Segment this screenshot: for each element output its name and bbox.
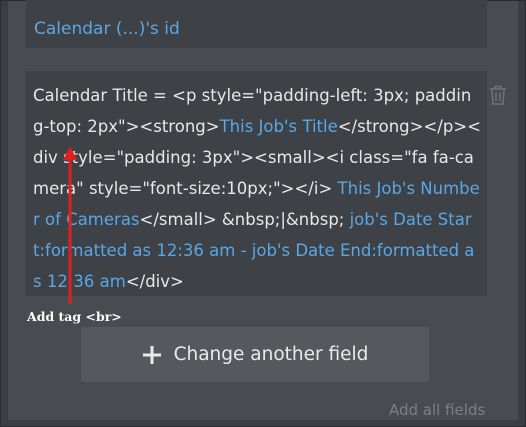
change-another-field-button[interactable]: Change another field	[81, 327, 429, 382]
static-expression-text: </small> &nbsp;|&nbsp;	[139, 210, 350, 229]
annotation-label: Add tag <br>	[27, 309, 122, 324]
plus-icon	[142, 345, 161, 364]
calendar-title-field[interactable]: Calendar Title = <p style="padding-left:…	[26, 71, 487, 296]
add-all-fields-link[interactable]: Add all fields	[389, 401, 485, 419]
change-another-field-label: Change another field	[173, 344, 369, 365]
annotation-arrow	[63, 146, 77, 304]
calendar-id-expression[interactable]: Calendar (...)'s id	[34, 19, 180, 39]
calendar-id-field[interactable]: Calendar (...)'s id	[26, 0, 487, 48]
calendar-title-expression[interactable]: Calendar Title = <p style="padding-left:…	[33, 80, 481, 297]
static-expression-text: </div>	[125, 272, 184, 291]
dynamic-expression-token[interactable]: This Job's Title	[220, 117, 338, 136]
trash-icon[interactable]	[488, 84, 508, 106]
